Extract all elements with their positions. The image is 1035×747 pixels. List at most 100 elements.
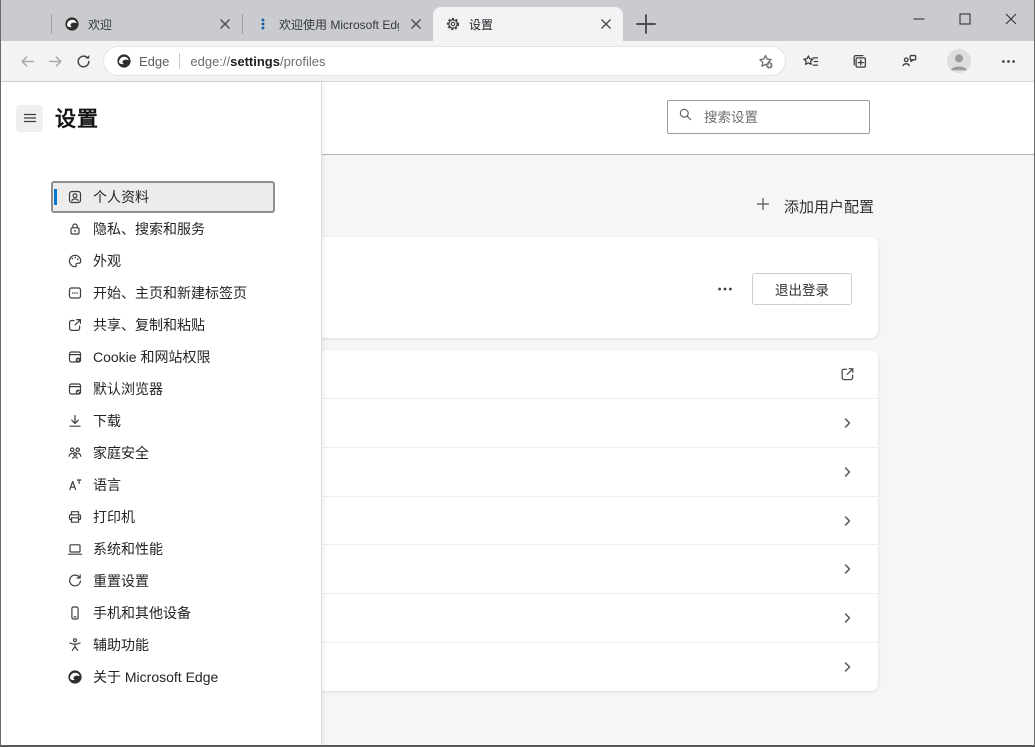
accessibility-icon <box>67 637 83 653</box>
sidebar-item-label: 共享、复制和粘贴 <box>93 315 205 335</box>
sidebar-item-label: 下载 <box>93 411 121 431</box>
tab-settings[interactable]: 设置 <box>433 7 623 41</box>
feedback-button[interactable] <box>895 47 923 75</box>
tabs: 欢迎 欢迎使用 Microsoft Edg 设置 <box>51 7 659 41</box>
chevron-right-icon <box>839 561 856 578</box>
favorites-button[interactable] <box>796 47 824 75</box>
chevron-right-icon <box>839 512 856 529</box>
sidebar-item-label: Cookie 和网站权限 <box>93 347 210 367</box>
sidebar-item-download[interactable]: 下载 <box>52 406 274 436</box>
edge-logo-icon <box>64 16 80 32</box>
sidebar-item-window-dots[interactable]: 开始、主页和新建标签页 <box>52 278 274 308</box>
download-icon <box>67 413 83 429</box>
chevron-right-icon <box>839 463 856 480</box>
sidebar-item-phone[interactable]: 手机和其他设备 <box>52 598 274 628</box>
sidebar-item-edge-logo[interactable]: 关于 Microsoft Edge <box>52 662 274 692</box>
close-tab-button[interactable] <box>597 15 615 33</box>
chevron-right-icon <box>839 414 856 431</box>
palette-icon <box>67 253 83 269</box>
sidebar-item-label: 手机和其他设备 <box>93 603 191 623</box>
page-title: 设置 <box>55 103 99 133</box>
address-separator <box>179 53 180 69</box>
laptop-icon <box>67 541 83 557</box>
sidebar-item-label: 个人资料 <box>93 187 149 207</box>
sidebar-item-label: 重置设置 <box>93 571 149 591</box>
settings-search-box[interactable] <box>667 100 870 134</box>
toolbar-right-icons <box>796 47 1022 75</box>
sidebar-item-label: 隐私、搜索和服务 <box>93 219 205 239</box>
sidebar-item-label: 语言 <box>93 475 121 495</box>
search-input[interactable] <box>702 109 859 126</box>
sidebar-item-palette[interactable]: 外观 <box>52 246 274 276</box>
sidebar-item-label: 关于 Microsoft Edge <box>93 667 218 687</box>
add-favorite-button[interactable] <box>751 47 779 75</box>
url-text: edge://settings/profiles <box>190 54 325 69</box>
menu-toggle-button[interactable] <box>16 105 43 132</box>
share-icon <box>67 317 83 333</box>
add-profile-button[interactable]: 添加用户配置 <box>753 192 876 220</box>
tab-title: 欢迎 <box>88 16 208 33</box>
address-bar[interactable]: Edge edge://settings/profiles <box>103 46 786 76</box>
close-tab-button[interactable] <box>407 15 425 33</box>
close-window-button[interactable] <box>988 0 1034 38</box>
tab-actions-button[interactable] <box>15 11 39 33</box>
sign-out-button[interactable]: 退出登录 <box>752 273 852 305</box>
printer-icon <box>67 509 83 525</box>
sidebar-item-laptop[interactable]: 系统和性能 <box>52 534 274 564</box>
minimize-button[interactable] <box>896 0 942 38</box>
sidebar-item-lock[interactable]: 隐私、搜索和服务 <box>52 214 274 244</box>
window-dots-icon <box>67 285 83 301</box>
phone-icon <box>67 605 83 621</box>
sidebar-header: 设置 <box>16 103 321 133</box>
default-browser-icon <box>67 381 83 397</box>
sidebar-item-language[interactable]: 语言 <box>52 470 274 500</box>
family-icon <box>67 445 83 461</box>
forward-button[interactable] <box>41 47 69 75</box>
sidebar-nav: 个人资料 隐私、搜索和服务 外观 开始、主页和新建标签页 共享、复制和粘贴 Co… <box>52 182 274 692</box>
sidebar-item-printer[interactable]: 打印机 <box>52 502 274 532</box>
tab-title: 设置 <box>469 16 589 33</box>
sidebar-item-label: 系统和性能 <box>93 539 163 559</box>
chevron-right-icon <box>839 659 856 676</box>
sidebar-item-default-browser[interactable]: 默认浏览器 <box>52 374 274 404</box>
browser-window: 欢迎 欢迎使用 Microsoft Edg 设置 <box>0 0 1035 747</box>
chevron-right-icon <box>839 610 856 627</box>
refresh-button[interactable] <box>69 47 97 75</box>
browser-menu-button[interactable] <box>994 47 1022 75</box>
sidebar-item-family[interactable]: 家庭安全 <box>52 438 274 468</box>
close-tab-button[interactable] <box>216 15 234 33</box>
add-profile-label: 添加用户配置 <box>784 196 874 217</box>
cookie-site-icon <box>67 349 83 365</box>
settings-sidebar: 设置 个人资料 隐私、搜索和服务 外观 开始、主页和新建标签页 共享、复制和粘贴 <box>1 82 322 745</box>
sidebar-item-label: 辅助功能 <box>93 635 149 655</box>
edge-logo-icon <box>67 669 83 685</box>
edge-logo-icon <box>116 53 132 69</box>
new-tab-button[interactable] <box>633 11 659 37</box>
settings-page: 添加用户配置 退出登录 <box>1 82 1034 745</box>
tab-welcome[interactable]: 欢迎 <box>52 7 242 41</box>
sidebar-item-accessibility[interactable]: 辅助功能 <box>52 630 274 660</box>
sidebar-item-label: 打印机 <box>93 507 135 527</box>
collections-button[interactable] <box>846 47 874 75</box>
lock-icon <box>67 221 83 237</box>
profile-avatar-button[interactable] <box>945 47 973 75</box>
maximize-button[interactable] <box>942 0 988 38</box>
back-button[interactable] <box>13 47 41 75</box>
blue-dots-icon <box>255 16 271 32</box>
sidebar-item-share[interactable]: 共享、复制和粘贴 <box>52 310 274 340</box>
sidebar-item-label: 外观 <box>93 251 121 271</box>
tab-strip: 欢迎 欢迎使用 Microsoft Edg 设置 <box>1 0 1034 41</box>
reset-icon <box>67 573 83 589</box>
plus-icon <box>755 196 771 216</box>
tab-title: 欢迎使用 Microsoft Edg <box>279 16 399 33</box>
toolbar: Edge edge://settings/profiles <box>1 41 1034 82</box>
window-controls <box>896 0 1034 41</box>
sidebar-item-label: 开始、主页和新建标签页 <box>93 283 247 303</box>
sidebar-item-person-card[interactable]: 个人资料 <box>52 182 274 212</box>
sidebar-item-reset[interactable]: 重置设置 <box>52 566 274 596</box>
tab-welcome-edge[interactable]: 欢迎使用 Microsoft Edg <box>243 7 433 41</box>
profile-more-button[interactable] <box>712 277 738 301</box>
person-card-icon <box>67 189 83 205</box>
sidebar-item-cookie-site[interactable]: Cookie 和网站权限 <box>52 342 274 372</box>
site-chip-label: Edge <box>139 54 169 69</box>
